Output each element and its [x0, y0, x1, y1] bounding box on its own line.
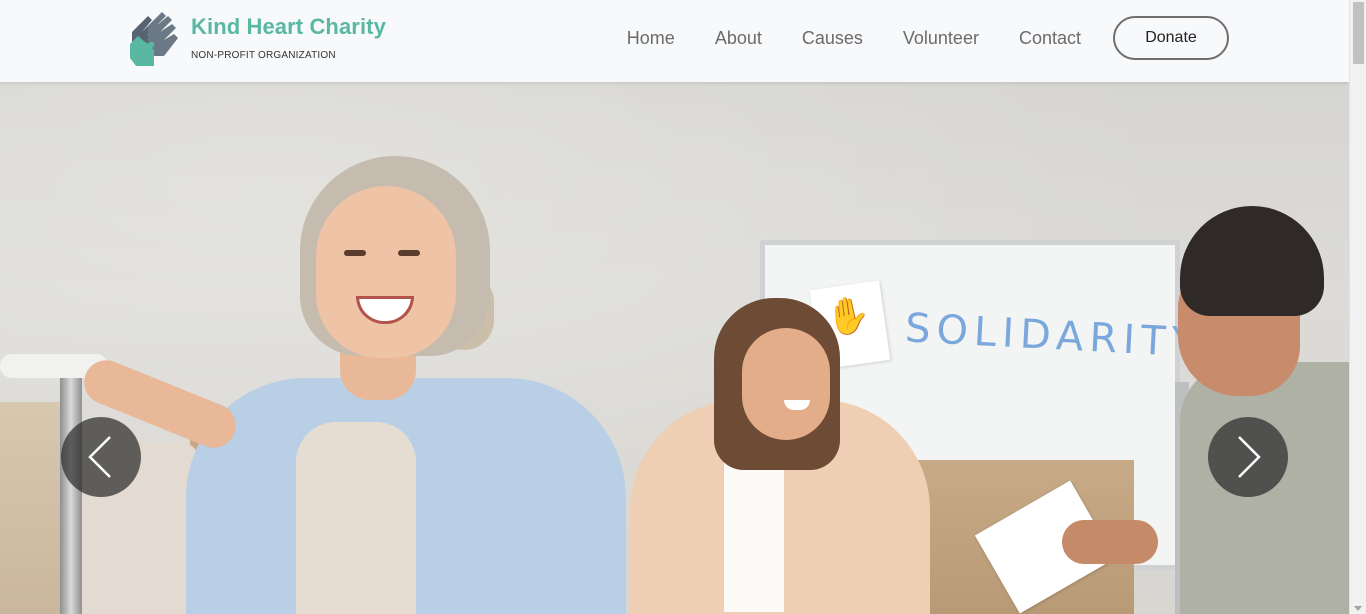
- hands-heart-icon: [130, 12, 178, 66]
- smiling-woman-eye-right: [398, 250, 420, 256]
- smiling-woman-face: [316, 186, 456, 358]
- carousel-next-button[interactable]: [1208, 417, 1288, 497]
- hanging-clothes: [0, 402, 64, 614]
- brand-name: Kind Heart Charity: [191, 14, 386, 39]
- volunteer-woman-face: [742, 328, 830, 440]
- chevron-right-icon: [1238, 436, 1261, 478]
- clothes-rack-pole: [60, 374, 82, 614]
- brand-tagline: NON-PROFIT ORGANIZATION: [191, 50, 336, 61]
- page: Kind Heart Charity NON-PROFIT ORGANIZATI…: [0, 0, 1366, 614]
- nav-volunteer[interactable]: Volunteer: [903, 28, 979, 49]
- volunteer-man-hand: [1062, 520, 1158, 564]
- nav-home[interactable]: Home: [627, 28, 675, 49]
- main-nav: Home About Causes Volunteer Contact Dona…: [627, 16, 1229, 60]
- nav-contact[interactable]: Contact: [1019, 28, 1081, 49]
- scrollbar-thumb[interactable]: [1353, 2, 1364, 64]
- carousel-prev-button[interactable]: [61, 417, 141, 497]
- page-scrollbar[interactable]: [1349, 0, 1366, 614]
- smiling-woman-eye-left: [344, 250, 366, 256]
- donate-button[interactable]: Donate: [1113, 16, 1229, 60]
- scroll-down-arrow-icon[interactable]: [1354, 606, 1362, 611]
- site-header: Kind Heart Charity NON-PROFIT ORGANIZATI…: [0, 0, 1349, 82]
- hero-carousel: ✋ SOLIDARITY: [0, 82, 1349, 614]
- nav-causes[interactable]: Causes: [802, 28, 863, 49]
- whiteboard-text: SOLIDARITY: [903, 305, 1203, 367]
- smiling-woman-tshirt: [296, 422, 416, 614]
- chevron-left-icon: [88, 436, 111, 478]
- brand[interactable]: Kind Heart Charity NON-PROFIT ORGANIZATI…: [128, 10, 386, 66]
- nav-about[interactable]: About: [715, 28, 762, 49]
